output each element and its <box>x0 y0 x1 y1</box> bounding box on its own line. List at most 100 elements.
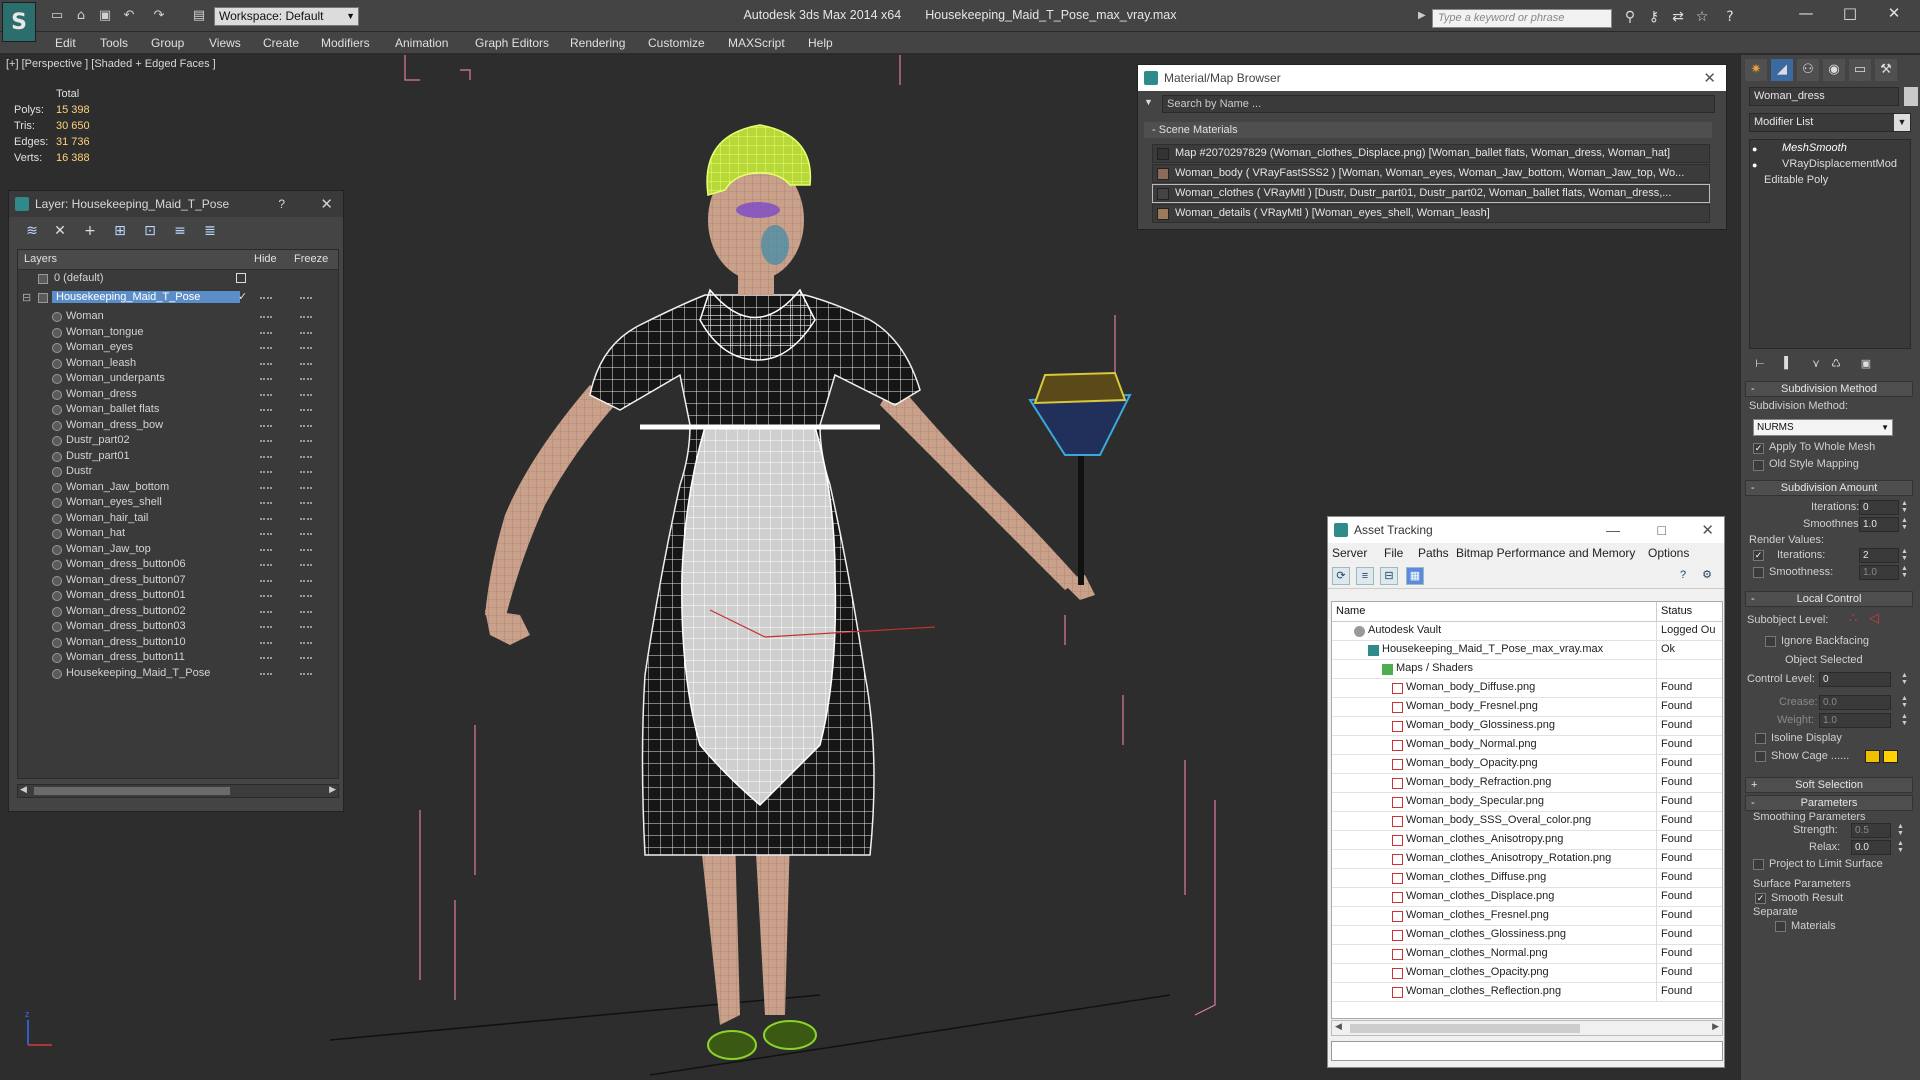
menu-paths[interactable]: Paths <box>1418 546 1449 560</box>
hide-toggle[interactable] <box>260 393 272 396</box>
isoline-display-checkbox[interactable] <box>1755 733 1766 744</box>
hide-toggle[interactable] <box>260 455 272 458</box>
freeze-toggle[interactable] <box>300 595 312 597</box>
freeze-toggle[interactable] <box>300 517 312 520</box>
strength-spinner[interactable]: 0.5 <box>1851 823 1891 838</box>
asset-map-row[interactable]: Woman_body_Refraction.png Found <box>1332 774 1722 793</box>
create-tab-icon[interactable]: ✷ <box>1745 59 1767 81</box>
spinner-arrows-icon[interactable]: ▲ ▼ <box>1901 565 1909 580</box>
lightbulb-icon[interactable]: ● <box>1752 160 1757 170</box>
ignore-backfacing-checkbox[interactable] <box>1765 636 1776 647</box>
menu-help[interactable]: Help <box>808 36 833 50</box>
asset-row-vault[interactable]: Autodesk Vault Logged Ou <box>1332 622 1722 641</box>
hide-toggle[interactable] <box>260 471 272 473</box>
hide-toggle[interactable] <box>260 362 272 365</box>
redo-icon[interactable]: ↷ <box>150 8 168 24</box>
relax-spinner[interactable]: 0.0 <box>1851 840 1891 855</box>
crease-spinner[interactable]: 0.0 <box>1819 695 1891 710</box>
chevron-down-icon[interactable]: ▼ <box>1144 97 1153 107</box>
close-icon[interactable]: ✕ <box>320 191 333 217</box>
freeze-toggle[interactable] <box>300 424 312 427</box>
tree-view-icon[interactable]: ⊟ <box>1380 567 1398 585</box>
freeze-toggle[interactable] <box>300 626 312 628</box>
menu-server[interactable]: Server <box>1332 546 1367 560</box>
rollout-parameters[interactable]: - Parameters <box>1745 795 1913 811</box>
freeze-toggle[interactable] <box>300 471 312 473</box>
highlight-layer-icon[interactable]: ⊡ <box>141 223 159 241</box>
scroll-left-icon[interactable]: ◀ <box>1335 1021 1342 1032</box>
object-name-field[interactable]: Woman_dress <box>1749 87 1899 106</box>
hide-toggle[interactable] <box>260 316 272 318</box>
minimize-icon[interactable]: — <box>1606 517 1620 543</box>
hide-toggle[interactable] <box>260 297 272 299</box>
maximize-icon[interactable]: □ <box>1658 517 1666 543</box>
close-icon[interactable]: ✕ <box>1701 517 1714 543</box>
control-level-spinner[interactable]: 0 <box>1819 672 1891 687</box>
asset-map-row[interactable]: Woman_body_Fresnel.png Found <box>1332 698 1722 717</box>
horizontal-scrollbar[interactable]: ◀ ▶ <box>17 784 339 798</box>
minimize-icon[interactable]: — <box>1786 4 1826 26</box>
exchange-icon[interactable]: ⇄ <box>1668 9 1688 27</box>
layer-row-active[interactable]: ⊟ Housekeeping_Maid_T_Pose ✓ <box>18 289 338 308</box>
render-iterations-spinner[interactable]: 2 <box>1859 548 1899 563</box>
menu-maxscript[interactable]: MAXScript <box>728 36 785 50</box>
edge-level-icon[interactable]: ◁ <box>1869 610 1879 626</box>
layer-object-row[interactable]: Housekeeping_Maid_T_Pose <box>18 665 338 684</box>
chevron-right-icon[interactable]: ▶ <box>1418 10 1426 21</box>
asset-map-row[interactable]: Woman_clothes_Anisotropy_Rotation.png Fou… <box>1332 850 1722 869</box>
render-iterations-checkbox[interactable]: ✓ <box>1753 550 1764 561</box>
maximize-icon[interactable]: □ <box>1830 4 1870 26</box>
vertex-level-icon[interactable]: ∴ <box>1849 610 1857 626</box>
layer-row-default[interactable]: 0 (default) <box>18 270 338 289</box>
freeze-toggle[interactable] <box>300 502 312 504</box>
show-end-result-icon[interactable]: ▌ <box>1781 357 1795 371</box>
settings-icon[interactable]: ⚙ <box>1698 567 1716 585</box>
make-unique-icon[interactable]: ⋎ <box>1809 357 1823 371</box>
freeze-toggle[interactable] <box>300 610 312 613</box>
hide-toggle[interactable] <box>260 610 272 613</box>
star-icon[interactable]: ☆ <box>1692 9 1712 27</box>
stack-item-meshsmooth[interactable]: MeshSmooth <box>1782 142 1847 158</box>
hide-toggle[interactable] <box>260 331 272 334</box>
help-icon[interactable]: ? <box>278 191 285 217</box>
render-smoothness-checkbox[interactable] <box>1753 567 1764 578</box>
menu-customize[interactable]: Customize <box>648 36 705 50</box>
freeze-toggle[interactable] <box>300 440 312 442</box>
freeze-toggle[interactable] <box>300 316 312 318</box>
freeze-toggle[interactable] <box>300 455 312 458</box>
key-icon[interactable]: ⚷ <box>1644 9 1664 27</box>
hide-toggle[interactable] <box>260 641 272 644</box>
column-layers[interactable]: Layers <box>24 253 57 265</box>
menu-animation[interactable]: Animation <box>395 36 448 50</box>
spinner-arrows-icon[interactable]: ▲ ▼ <box>1901 517 1909 532</box>
column-freeze[interactable]: Freeze <box>294 253 328 265</box>
hide-toggle[interactable] <box>260 424 272 427</box>
menu-views[interactable]: Views <box>209 36 241 50</box>
menu-edit[interactable]: Edit <box>55 36 76 50</box>
asset-map-row[interactable]: Woman_clothes_Displace.png Found <box>1332 888 1722 907</box>
spinner-arrows-icon[interactable]: ▲ ▼ <box>1901 695 1909 710</box>
rollout-subdivision-amount[interactable]: - Subdivision Amount <box>1745 480 1913 496</box>
asset-map-row[interactable]: Woman_body_Normal.png Found <box>1332 736 1722 755</box>
subdivision-method-dropdown[interactable]: NURMS ▼ <box>1753 419 1893 436</box>
freeze-toggle[interactable] <box>300 564 312 566</box>
pin-stack-icon[interactable]: ⊢ <box>1753 357 1767 371</box>
column-divider[interactable] <box>1656 602 1657 622</box>
modify-tab-icon[interactable]: ◢ <box>1771 59 1793 81</box>
asset-row-file[interactable]: Housekeeping_Maid_T_Pose_max_vray.max Ok <box>1332 641 1722 660</box>
object-color-swatch[interactable] <box>1904 87 1918 106</box>
cage-color-swatch[interactable] <box>1865 750 1880 763</box>
freeze-toggle[interactable] <box>300 331 312 334</box>
add-layer-icon[interactable]: + <box>81 223 99 241</box>
rollout-subdivision-method[interactable]: - Subdivision Method <box>1745 381 1913 397</box>
open-folder-icon[interactable]: ⌂ <box>72 8 90 24</box>
iterations-spinner[interactable]: 0 <box>1859 500 1899 515</box>
rollout-soft-selection[interactable]: + Soft Selection <box>1745 777 1913 793</box>
asset-map-row[interactable]: Woman_clothes_Opacity.png Found <box>1332 964 1722 983</box>
asset-row-maps-folder[interactable]: Maps / Shaders <box>1332 660 1722 679</box>
help-icon[interactable]: ? <box>1720 9 1740 27</box>
asset-map-row[interactable]: Woman_clothes_Glossiness.png Found <box>1332 926 1722 945</box>
hide-toggle[interactable] <box>260 672 272 675</box>
refresh-icon[interactable]: ⟳ <box>1332 567 1350 585</box>
menu-file[interactable]: File <box>1384 546 1403 560</box>
